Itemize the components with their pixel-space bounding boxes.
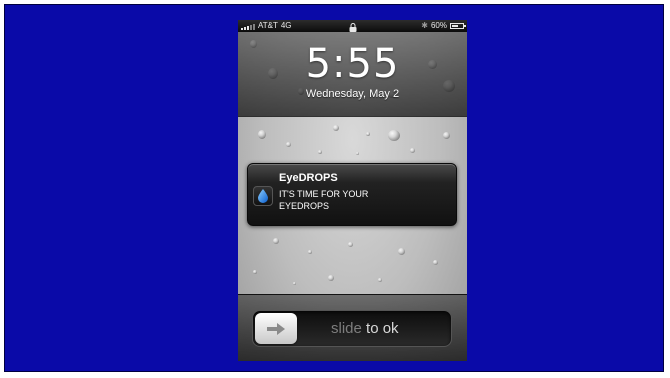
notification-message: IT'S TIME FOR YOUR EYEDROPS (279, 189, 369, 211)
push-notification[interactable]: EyeDROPS IT'S TIME FOR YOUR EYEDROPS (247, 163, 457, 226)
app-icon (253, 186, 273, 206)
battery-percent: 60% (430, 21, 447, 30)
clock-date: Wednesday, May 2 (305, 88, 400, 100)
notification-title: EyeDROPS (279, 172, 338, 184)
slide-to-ok-track[interactable]: slide to ok (252, 310, 452, 347)
bluetooth-icon: ✱ (421, 21, 428, 30)
clock-panel: 5:55 Wednesday, May 2 (238, 32, 467, 117)
slider-label-slide: slide (331, 320, 362, 337)
status-right: ✱ 60% (421, 20, 466, 32)
signal-bars-icon (241, 23, 255, 30)
battery-fill (452, 25, 458, 27)
clock-time: 5:55 (305, 41, 400, 87)
slider-label: slide to ok (331, 311, 399, 346)
status-bar: AT&T 4G ✱ 60% (238, 20, 467, 32)
carrier-label: AT&T (258, 21, 278, 30)
phone-lock-screen: AT&T 4G ✱ 60% 5:55 Wednesday, May 2 EyeD… (238, 20, 467, 361)
slider-label-ok: ok (382, 320, 399, 337)
slider-knob[interactable] (255, 313, 297, 344)
status-left: AT&T 4G (241, 20, 292, 32)
slider-label-to: to (366, 320, 379, 337)
arrow-right-icon (267, 322, 285, 335)
blue-background-frame: AT&T 4G ✱ 60% 5:55 Wednesday, May 2 EyeD… (4, 4, 664, 372)
battery-icon (450, 23, 466, 29)
network-label: 4G (280, 21, 292, 30)
slider-panel: slide to ok (238, 294, 467, 361)
water-drop-icon (258, 189, 268, 203)
